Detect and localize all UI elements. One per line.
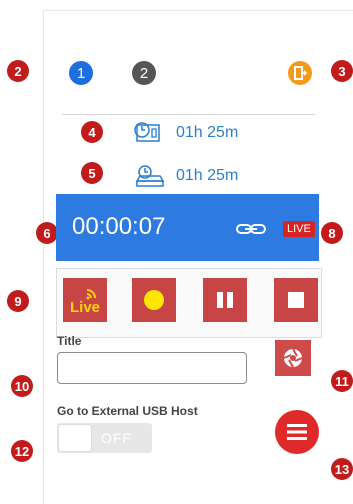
callout-6: 6: [36, 222, 58, 244]
device-storage-time: 01h 25m: [176, 124, 239, 141]
menu-button[interactable]: [275, 410, 319, 454]
hard-drive-storage-icon: [135, 165, 165, 187]
hard-drive-storage-time: 01h 25m: [176, 167, 239, 184]
record-button[interactable]: [132, 278, 176, 322]
usb-host-label: Go to External USB Host: [57, 404, 198, 418]
device-storage-stat: 01h 25m: [133, 121, 238, 145]
camera-aperture-icon: [283, 348, 303, 368]
callout-5: 5: [81, 162, 103, 184]
stop-icon: [288, 292, 304, 308]
live-status-badge: LIVE: [283, 221, 315, 237]
title-input[interactable]: [57, 352, 247, 384]
channel-1-button[interactable]: 1: [69, 61, 93, 85]
live-button-text: Live: [70, 299, 100, 316]
snapshot-button[interactable]: [275, 340, 311, 376]
toggle-knob: [59, 425, 91, 451]
link-icon: [236, 224, 266, 234]
external-storage-button[interactable]: [288, 61, 312, 85]
live-stream-icon: Live: [70, 289, 100, 316]
live-button[interactable]: Live: [63, 278, 107, 322]
device-storage-icon: [134, 122, 160, 142]
callout-2: 2: [7, 60, 29, 82]
hard-drive-storage-stat: 01h 25m: [133, 164, 238, 188]
recording-timer: 00:00:07: [72, 213, 166, 240]
callout-4: 4: [81, 121, 103, 143]
menu-icon: [287, 424, 307, 440]
external-storage-icon: [294, 66, 307, 80]
callout-8: 8: [321, 222, 343, 244]
pause-icon: [217, 292, 233, 308]
callout-12: 12: [11, 440, 33, 462]
title-label: Title: [57, 334, 82, 348]
callout-10: 10: [11, 375, 33, 397]
control-bar: Live: [56, 268, 322, 338]
callout-3: 3: [331, 60, 353, 82]
divider: [62, 114, 316, 115]
channel-1-label: 1: [76, 64, 86, 82]
usb-host-toggle[interactable]: OFF: [57, 423, 152, 453]
channel-2-label: 2: [139, 64, 149, 82]
stop-button[interactable]: [274, 278, 318, 322]
callout-11: 11: [331, 370, 353, 392]
callout-13: 13: [331, 458, 353, 480]
pause-button[interactable]: [203, 278, 247, 322]
record-icon: [144, 290, 164, 310]
status-bar: 00:00:07 LIVE: [56, 194, 319, 261]
callout-9: 9: [7, 290, 29, 312]
toggle-state: OFF: [101, 430, 132, 446]
channel-2-button[interactable]: 2: [132, 61, 156, 85]
